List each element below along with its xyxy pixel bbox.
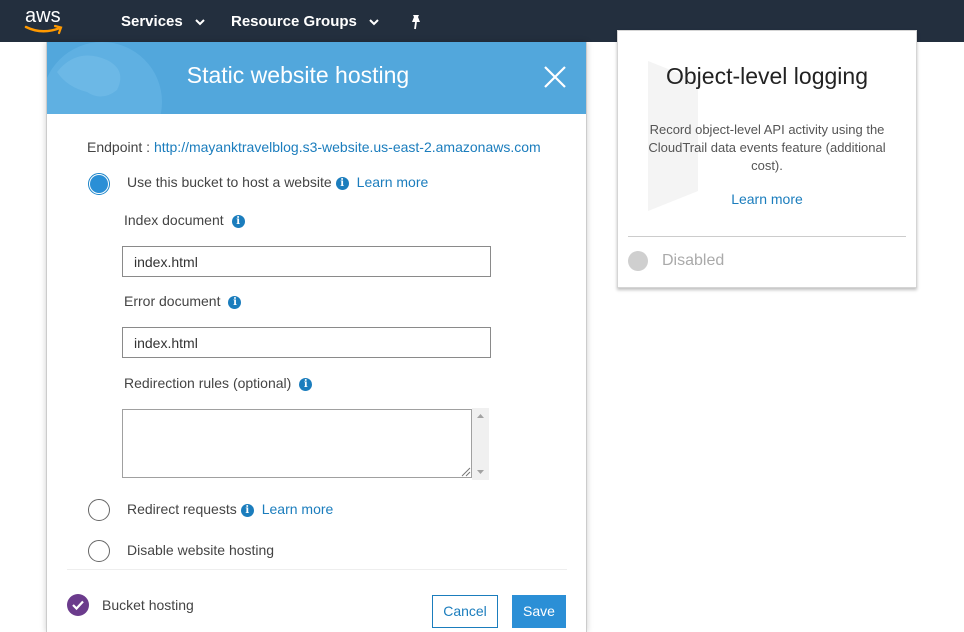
info-icon[interactable]: i [240, 504, 254, 517]
card-description: Record object-level API activity using t… [648, 122, 886, 173]
index-document-label-text: Index document [124, 212, 224, 228]
option-host-website-label: Use this bucket to host a website [127, 174, 332, 190]
error-document-label: Error document i [124, 293, 242, 309]
services-label: Services [121, 13, 183, 30]
option-disable-hosting-label: Disable website hosting [127, 542, 275, 558]
resize-grip-icon[interactable] [461, 467, 471, 477]
redirection-rules-label: Redirection rules (optional) i [124, 375, 313, 391]
endpoint-row: Endpoint : http://mayanktravelblog.s3-we… [87, 139, 541, 155]
resource-groups-label: Resource Groups [231, 13, 357, 30]
endpoint-url-link[interactable]: http://mayanktravelblog.s3-website.us-ea… [154, 139, 541, 155]
radio-host-website[interactable] [88, 173, 110, 195]
card-title: Object-level logging [665, 63, 868, 89]
info-icon[interactable]: i [228, 296, 242, 309]
status-indicator [628, 251, 648, 271]
chevron-down-icon [369, 18, 379, 25]
chevron-down-icon [195, 18, 205, 25]
redirection-rules-textarea[interactable] [122, 409, 472, 478]
card-learn-more-link[interactable]: Learn more [618, 191, 916, 207]
scrollbar-arrows-icon [477, 414, 484, 474]
card-divider [628, 236, 906, 237]
pin-icon[interactable] [409, 14, 423, 30]
save-button[interactable]: Save [512, 595, 566, 628]
index-document-label: Index document i [124, 212, 245, 228]
cancel-button[interactable]: Cancel [432, 595, 498, 628]
static-website-hosting-dialog: Static website hosting Endpoint : http:/… [46, 42, 587, 632]
learn-more-link[interactable]: Learn more [262, 501, 334, 517]
info-icon[interactable]: i [299, 378, 313, 391]
aws-smile-icon [24, 24, 63, 35]
close-icon[interactable] [542, 64, 568, 90]
option-redirect-requests-label: Redirect requests [127, 501, 237, 517]
dialog-title: Static website hosting [186, 62, 410, 88]
index-document-input[interactable]: index.html [122, 246, 491, 277]
bucket-hosting-label: Bucket hosting [102, 597, 194, 613]
error-document-label-text: Error document [124, 293, 221, 309]
radio-redirect-requests[interactable] [88, 499, 110, 521]
card-status: Disabled [662, 252, 725, 269]
textarea-scrollbar[interactable] [472, 408, 489, 480]
resource-groups-menu[interactable]: Resource Groups [231, 13, 379, 30]
dialog-header: Static website hosting [47, 42, 586, 114]
learn-more-link[interactable]: Learn more [357, 174, 429, 190]
option-redirect-requests: Redirect requests i Learn more [127, 501, 333, 517]
redirection-rules-label-text: Redirection rules (optional) [124, 375, 292, 391]
dialog-divider [67, 569, 567, 570]
services-menu[interactable]: Services [121, 13, 205, 30]
aws-logo[interactable]: aws [24, 5, 68, 37]
checkmark-glyph [72, 600, 84, 611]
object-level-logging-card[interactable]: Object-level logging Record object-level… [617, 30, 917, 288]
radio-disable-hosting[interactable] [88, 540, 110, 562]
info-icon[interactable]: i [335, 177, 349, 190]
check-icon [67, 594, 89, 616]
info-icon[interactable]: i [231, 215, 245, 228]
error-document-input[interactable]: index.html [122, 327, 491, 358]
option-host-website: Use this bucket to host a website i Learn … [127, 174, 428, 190]
endpoint-label: Endpoint : [87, 139, 151, 155]
